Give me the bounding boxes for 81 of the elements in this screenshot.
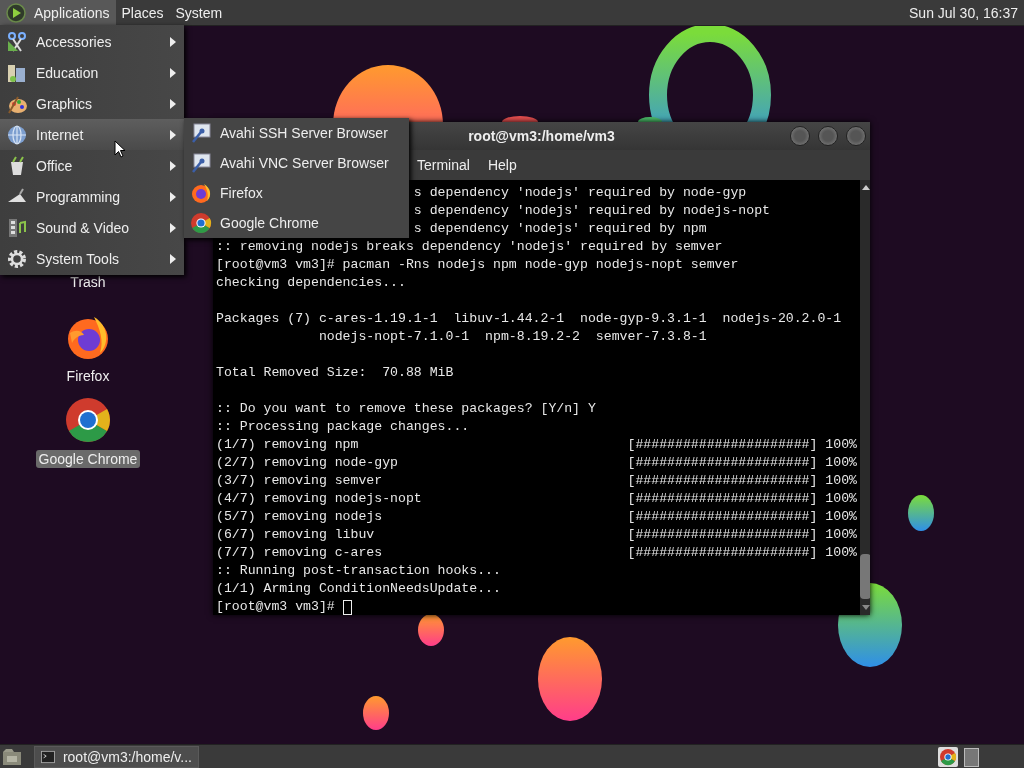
terminal-line: Total Removed Size: 70.88 MiB [216,364,454,382]
menu-item[interactable]: Firefox [184,178,409,208]
scissors-icon [6,30,28,53]
menu-item[interactable]: Google Chrome [184,208,409,238]
terminal-line: (6/7) removing libuv [216,526,376,544]
workspace-switcher[interactable] [964,747,979,767]
terminal-line: Packages (7) c-ares-1.19.1-1 libuv-1.44.2-1 node-gyp-9.3.1-1 nodejs-20.2.0-1 [216,310,842,328]
window-title: root@vm3:/home/vm3 [468,128,615,144]
progress-text: [######################] 100% [627,508,857,526]
menu-item[interactable]: Graphics [0,88,184,119]
caret-icon [170,191,176,202]
menu-item[interactable]: Avahi VNC Server Browser [184,148,409,178]
menu-item[interactable]: Programming [0,181,184,212]
progress-text: [######################] 100% [627,526,857,544]
terminal-line: (3/7) removing semver [216,472,384,490]
desktop-icon-label[interactable]: Trash [67,273,109,291]
clock[interactable]: Sun Jul 30, 16:37 [903,4,1024,21]
terminal-line: checking dependencies... [216,274,406,292]
terminal-line: (5/7) removing nodejs [216,508,384,526]
monitor-icon [190,152,212,174]
circle-logo-icon[interactable] [64,396,112,444]
caret-icon [170,222,176,233]
terminal-line: s dependency 'nodejs' required by npm [413,220,707,238]
monitor-icon [190,122,212,144]
progress-text: [######################] 100% [627,454,857,472]
show-desktop-icon[interactable] [2,748,22,766]
taskbar-button[interactable]: root@vm3:/home/v... [34,746,199,768]
logo-icon [6,2,26,23]
circle-logo-icon [190,212,212,234]
caret-icon [170,36,176,47]
panel-menu[interactable]: System [169,0,229,25]
progress-text: [######################] 100% [627,490,857,508]
terminal-line: :: Do you want to remove these packages? [Y/n] Y [216,400,596,418]
menu-item[interactable]: Office [0,150,184,181]
caret-icon [170,160,176,171]
terminal-line: (1/1) Arming ConditionNeedsUpdate... [216,580,501,598]
globe-icon [6,123,28,146]
terminal-line: :: removing nodejs breaks dependency 'nodejs' required by semver [216,238,723,256]
menu-item[interactable]: Help [479,153,525,177]
menu-item[interactable]: Education [0,57,184,88]
gear-icon [6,247,28,270]
caret-icon [170,98,176,109]
terminal-line: s dependency 'nodejs' required by nodejs-nopt [413,202,770,220]
caret-icon [170,67,176,78]
terminal-line: (2/7) removing node-gyp [216,454,400,472]
film-icon [6,216,28,239]
caret-icon [170,253,176,264]
desktop-icon-label[interactable]: Firefox [63,367,113,385]
terminal-line: (1/7) removing npm [216,436,360,454]
terminal-line: :: Processing package changes... [216,418,470,436]
menu-item[interactable]: Sound & Video [0,212,184,243]
menu-item[interactable]: Avahi SSH Server Browser [184,118,409,148]
menu-item[interactable]: System Tools [0,243,184,274]
minimize-button[interactable] [790,126,810,146]
terminal-line: (7/7) removing c-ares [216,544,384,562]
menu-item[interactable]: Accessories [0,26,184,57]
terminal-line: nodejs-nopt-7.1.0-1 npm-8.19.2-2 semver-7.3.8-1 [318,328,707,346]
terminal-line: s dependency 'nodejs' required by node-gyp [413,184,747,202]
flame-logo-icon [190,182,212,204]
maximize-button[interactable] [818,126,838,146]
progress-text: [######################] 100% [627,472,857,490]
menu-item[interactable]: Internet [0,119,184,150]
prompt: [root@vm3 vm3]# [216,598,335,615]
scroll-up-icon[interactable] [860,183,870,191]
close-button[interactable] [846,126,866,146]
cursor-icon [342,599,352,615]
panel-menu[interactable]: Places [115,0,170,25]
caret-icon [170,129,176,140]
terminal-line: [root@vm3 vm3]# pacman -Rns nodejs npm node-gyp nodejs-nopt semver [216,256,739,274]
terminal-icon [41,750,55,764]
scroll-down-icon[interactable] [860,604,870,612]
scrollbar[interactable] [860,180,870,615]
scrollbar-thumb[interactable] [860,554,870,599]
terminal-line: :: Running post-transaction hooks... [216,562,501,580]
progress-text: [######################] 100% [627,544,857,562]
progress-text: [######################] 100% [627,436,857,454]
panel-menu[interactable]: Applications [0,0,116,25]
terminal-line: (4/7) removing nodejs-nopt [216,490,423,508]
menu-item[interactable]: Terminal [409,153,478,177]
pointer-icon [114,140,126,158]
desktop-icon-label[interactable]: Google Chrome [35,450,141,468]
